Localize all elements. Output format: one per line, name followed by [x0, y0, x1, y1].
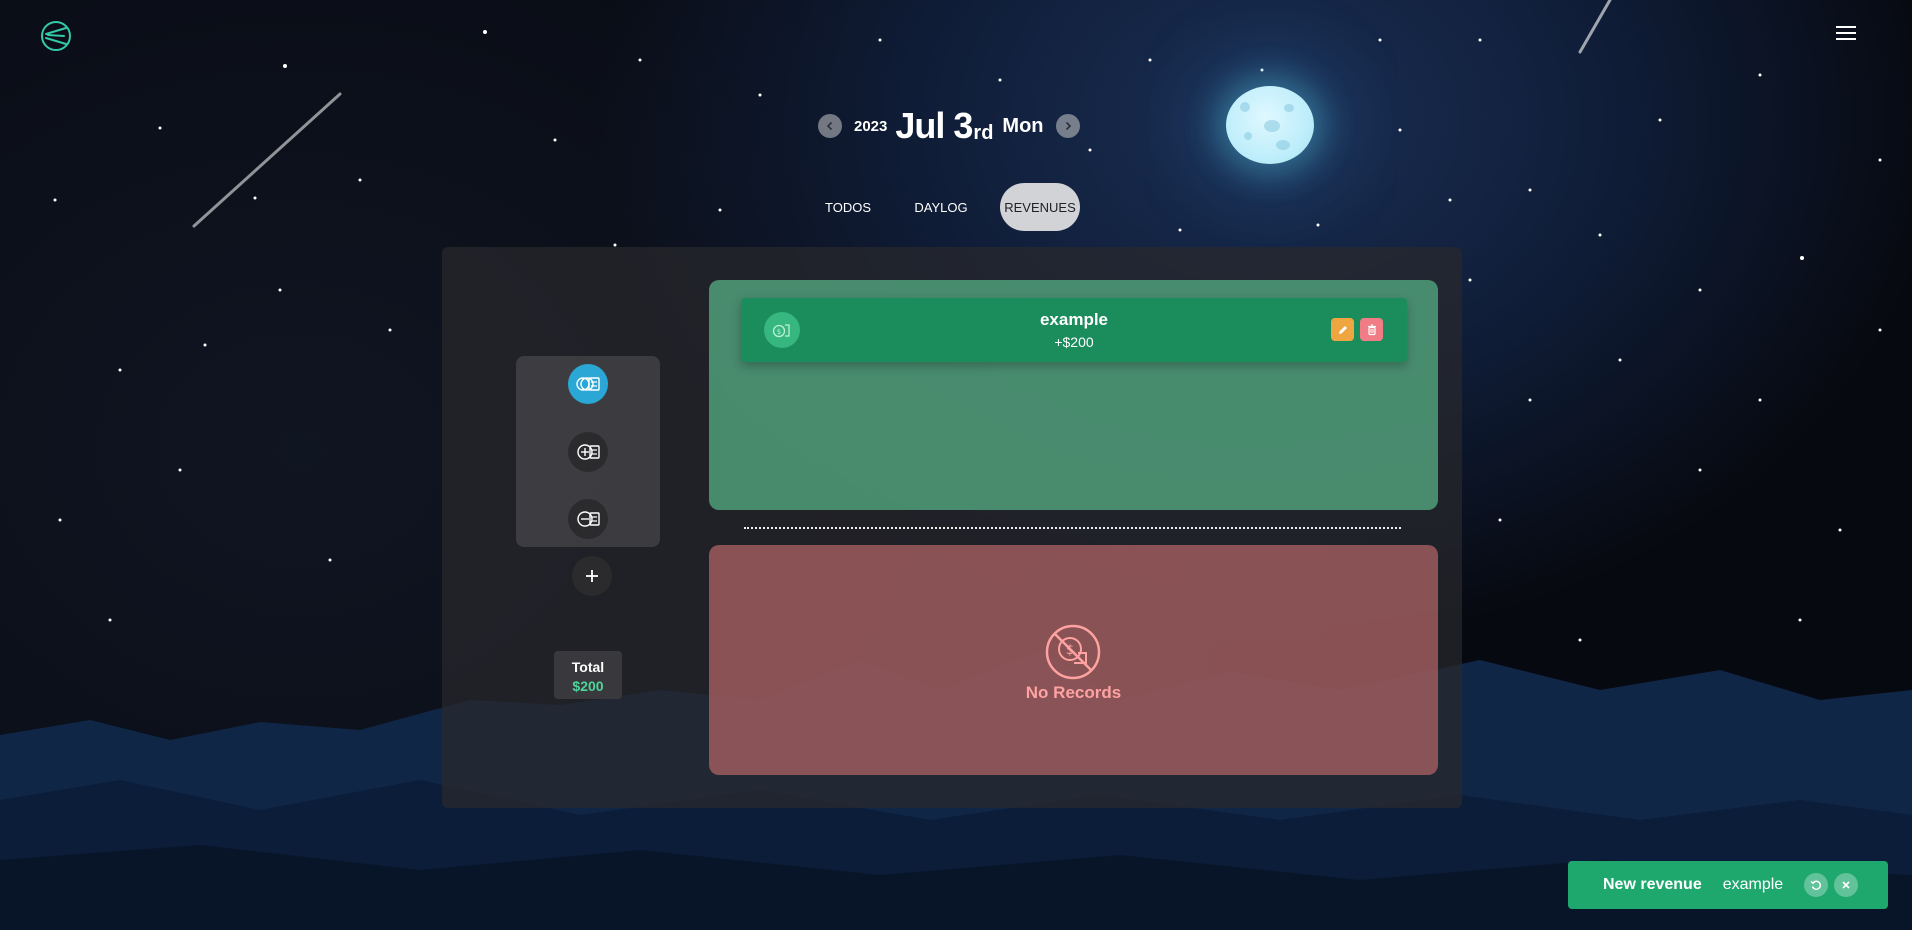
undo-icon: [1810, 880, 1822, 890]
filter-expense-button[interactable]: [568, 499, 608, 539]
total-label: Total: [571, 659, 605, 675]
record-title: example: [1039, 310, 1109, 329]
pencil-icon: [1338, 325, 1347, 334]
date-weekday: Mon: [1002, 114, 1044, 137]
expense-icon: [577, 511, 600, 527]
total-value: $200: [572, 678, 604, 694]
chevron-right-icon: [1065, 121, 1071, 131]
tab-revenues[interactable]: REVENUES: [1000, 183, 1080, 231]
total-summary: Total $200: [554, 651, 622, 699]
edit-record-button[interactable]: [1331, 318, 1354, 341]
add-revenue-button[interactable]: [572, 556, 612, 596]
income-icon: [577, 444, 600, 460]
revenue-filter-group: [516, 356, 660, 547]
filter-income-button[interactable]: [568, 432, 608, 472]
revenue-record[interactable]: $ example +$200: [741, 298, 1407, 362]
date-day: Jul 3: [895, 105, 973, 146]
revenues-panel: Total $200 $ example +$200 No Records: [442, 247, 1462, 808]
all-revenues-icon: [576, 377, 600, 391]
date-navigator: 2023 Jul 3 rd Mon: [818, 104, 1080, 148]
notification-toast: New revenue example: [1568, 861, 1888, 909]
plus-icon: [586, 570, 598, 582]
expense-list: $ No Records: [709, 545, 1438, 775]
trash-icon: [1367, 323, 1376, 335]
close-icon: [1842, 881, 1850, 889]
delete-record-button[interactable]: [1360, 318, 1383, 341]
tab-daylog[interactable]: DAYLOG: [894, 183, 988, 231]
tab-todos[interactable]: TODOS: [810, 183, 886, 231]
app-logo-icon[interactable]: [40, 20, 72, 52]
chevron-left-icon: [826, 121, 833, 131]
toast-title: New revenue: [1603, 876, 1702, 893]
tab-bar: TODOS DAYLOG REVENUES: [810, 183, 1080, 231]
section-divider: [744, 527, 1401, 529]
hamburger-menu-icon[interactable]: [1834, 22, 1858, 46]
next-day-button[interactable]: [1055, 114, 1080, 138]
moon-decoration: [1226, 86, 1314, 164]
toast-message: example: [1722, 876, 1784, 893]
no-records-label: No Records: [1025, 683, 1122, 702]
income-list: $ example +$200: [709, 280, 1438, 510]
no-money-icon: $: [1045, 624, 1101, 680]
date-year: 2023: [854, 117, 888, 135]
toast-close-button[interactable]: [1834, 873, 1859, 897]
date-suffix: rd: [973, 121, 994, 144]
toast-undo-button[interactable]: [1804, 873, 1829, 897]
filter-all-button[interactable]: [568, 364, 608, 404]
record-amount: +$200: [1054, 334, 1094, 350]
prev-day-button[interactable]: [818, 114, 842, 138]
